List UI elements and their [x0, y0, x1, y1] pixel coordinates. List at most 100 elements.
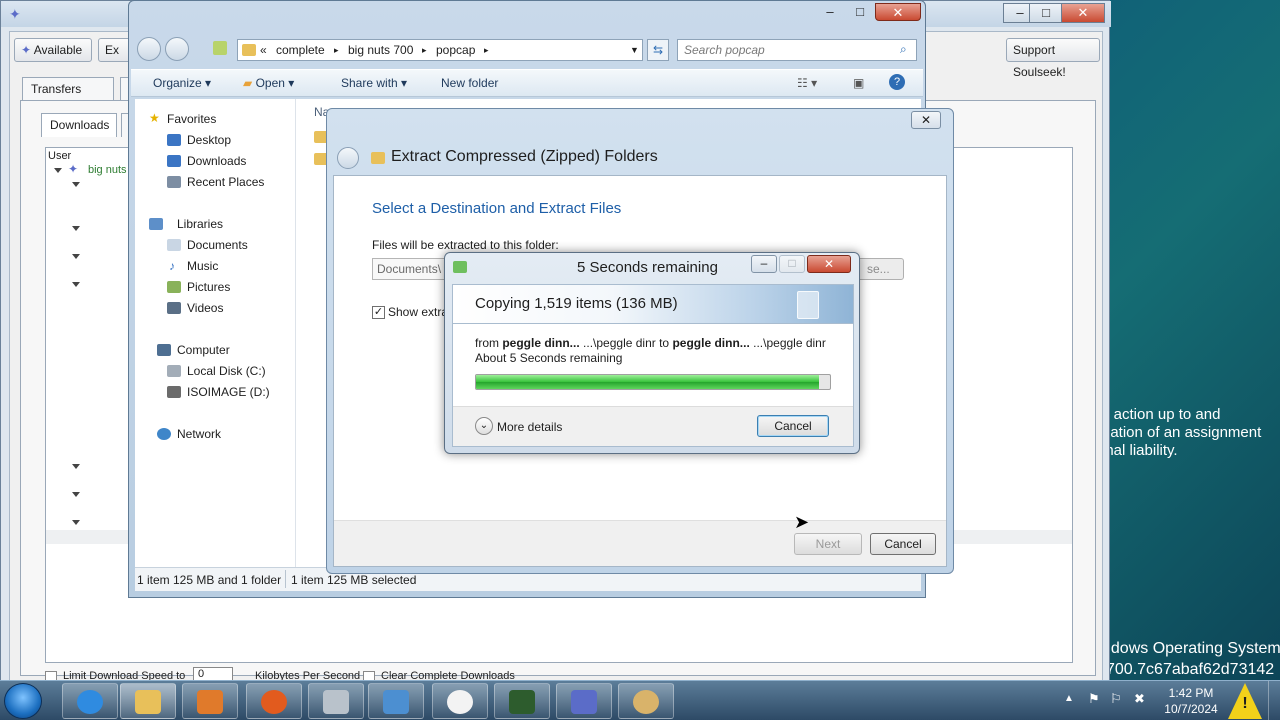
close-button[interactable]: ✕: [875, 3, 921, 21]
new-folder-button[interactable]: New folder: [441, 76, 498, 90]
nav-pictures[interactable]: Pictures: [187, 280, 230, 294]
next-button[interactable]: Next: [794, 533, 862, 555]
nav-music[interactable]: Music: [187, 259, 218, 273]
address-dropdown-icon[interactable]: ▼: [630, 45, 639, 55]
nav-libraries[interactable]: Libraries: [177, 217, 223, 231]
expand-arrow-icon[interactable]: [72, 492, 80, 497]
star-icon: ★: [149, 111, 160, 125]
chevron-right-icon[interactable]: ▸: [484, 45, 489, 56]
expand-arrow-icon[interactable]: [72, 226, 80, 231]
address-bar[interactable]: « complete ▸ big nuts 700 ▸ popcap ▸ ▼: [237, 39, 643, 61]
destination-name[interactable]: peggle dinn...: [672, 336, 749, 350]
expand-arrow-icon[interactable]: [72, 182, 80, 187]
support-soulseek-button[interactable]: Support Soulseek!: [1006, 38, 1100, 79]
nav-isoimage[interactable]: ISOIMAGE (D:): [187, 385, 270, 399]
forward-button[interactable]: [165, 37, 189, 61]
breadcrumb-complete[interactable]: complete: [276, 43, 325, 57]
up-folder-icon[interactable]: [213, 41, 227, 55]
status-divider: [285, 570, 286, 588]
more-details-label[interactable]: More details: [497, 420, 562, 434]
taskbar-media-player[interactable]: [182, 683, 238, 719]
folder-icon: [135, 690, 161, 714]
nav-computer[interactable]: Computer: [177, 343, 230, 357]
search-box[interactable]: Search popcap ⌕: [677, 39, 917, 61]
nav-recent-places[interactable]: Recent Places: [187, 175, 264, 189]
copy-cancel-button[interactable]: Cancel: [757, 415, 829, 437]
destination-label: Files will be extracted to this folder:: [372, 238, 559, 252]
preview-pane-icon[interactable]: ▣: [853, 76, 864, 90]
show-files-checkbox[interactable]: ✓: [372, 306, 385, 319]
close-button[interactable]: ✕: [1061, 3, 1105, 23]
maximize-button[interactable]: □: [847, 3, 873, 21]
expand-arrow-icon[interactable]: [72, 282, 80, 287]
breadcrumb-big-nuts[interactable]: big nuts 700: [348, 43, 413, 57]
search-icon[interactable]: ⌕: [900, 42, 907, 57]
nav-desktop[interactable]: Desktop: [187, 133, 231, 147]
taskbar-paint[interactable]: [618, 683, 674, 719]
view-options-icon[interactable]: ☷ ▾: [797, 76, 817, 90]
organize-menu[interactable]: Organize ▾: [153, 76, 211, 90]
taskbar-drive[interactable]: [308, 683, 364, 719]
share-with-menu[interactable]: Share with ▾: [341, 76, 407, 90]
tree-user-label[interactable]: big nuts: [88, 164, 127, 176]
firefox-icon: [261, 690, 287, 714]
nav-favorites[interactable]: Favorites: [167, 112, 216, 126]
open-menu[interactable]: ▰ Open ▾: [243, 76, 294, 90]
tab-transfers[interactable]: Transfers [0/0]: [22, 77, 114, 118]
taskbar-internet-explorer[interactable]: [62, 683, 118, 719]
column-user-header[interactable]: User: [48, 150, 71, 162]
wizard-heading: Select a Destination and Extract Files: [372, 200, 622, 217]
expand-arrow-icon[interactable]: [54, 168, 62, 173]
taskbar-control-panel[interactable]: [368, 683, 424, 719]
taskbar-panda[interactable]: [432, 683, 488, 719]
help-icon[interactable]: ?: [889, 74, 905, 90]
breadcrumb-popcap[interactable]: popcap: [436, 43, 475, 57]
breadcrumb-overflow[interactable]: «: [260, 43, 267, 57]
progress-fill: [476, 375, 820, 389]
back-arrow-icon[interactable]: [337, 147, 359, 169]
wizard-cancel-button[interactable]: Cancel: [870, 533, 936, 555]
taskbar-soulseek[interactable]: [556, 683, 612, 719]
nav-network[interactable]: Network: [177, 427, 221, 441]
nav-videos[interactable]: Videos: [187, 301, 223, 315]
nav-local-disk[interactable]: Local Disk (C:): [187, 364, 266, 378]
minimize-button[interactable]: –: [817, 3, 843, 21]
close-button[interactable]: ✕: [911, 111, 941, 129]
terminal-icon: [509, 690, 535, 714]
clock[interactable]: 1:42 PM 10/7/2024: [1156, 685, 1226, 717]
tab-downloads[interactable]: Downloads: [41, 113, 117, 137]
show-desktop-button[interactable]: [1268, 681, 1280, 721]
desktop-text-line-4: ndows Operating System: [1102, 640, 1280, 657]
warning-icon[interactable]: !: [1228, 683, 1262, 719]
volume-muted-icon[interactable]: ✖: [1134, 691, 1145, 707]
nav-documents[interactable]: Documents: [187, 238, 248, 252]
search-input[interactable]: Search popcap: [684, 43, 765, 57]
chevron-right-icon[interactable]: ▸: [422, 45, 427, 56]
refresh-icon[interactable]: ⇆: [647, 39, 669, 61]
available-button[interactable]: ✦ Available: [14, 38, 92, 62]
chevron-right-icon[interactable]: ▸: [334, 45, 339, 56]
recent-places-icon: [167, 176, 181, 188]
expand-arrow-icon[interactable]: [72, 254, 80, 259]
optical-drive-icon: [167, 386, 181, 398]
music-icon: ♪: [169, 259, 175, 273]
panda-icon: [447, 690, 473, 714]
taskbar-terminal[interactable]: [494, 683, 550, 719]
more-details-chevron-icon[interactable]: ⌄: [475, 417, 493, 435]
back-button[interactable]: [137, 37, 161, 61]
copy-progress-dialog: 5 Seconds remaining – □ ✕ Copying 1,519 …: [444, 252, 860, 454]
show-hidden-icons[interactable]: ▲: [1064, 693, 1074, 704]
nav-downloads[interactable]: Downloads: [187, 154, 246, 168]
close-button[interactable]: ✕: [807, 255, 851, 273]
maximize-button[interactable]: □: [1029, 3, 1063, 23]
minimize-button[interactable]: –: [751, 255, 777, 273]
start-button[interactable]: [4, 683, 42, 719]
taskbar-file-explorer[interactable]: [120, 683, 176, 719]
expand-arrow-icon[interactable]: [72, 520, 80, 525]
explorer-titlebar[interactable]: – □ ✕: [129, 1, 925, 29]
network-warning-icon[interactable]: ⚑: [1088, 691, 1100, 707]
source-name[interactable]: peggle dinn...: [502, 336, 579, 350]
expand-arrow-icon[interactable]: [72, 464, 80, 469]
taskbar-firefox[interactable]: [246, 683, 302, 719]
action-center-icon[interactable]: ⚐: [1110, 691, 1122, 707]
